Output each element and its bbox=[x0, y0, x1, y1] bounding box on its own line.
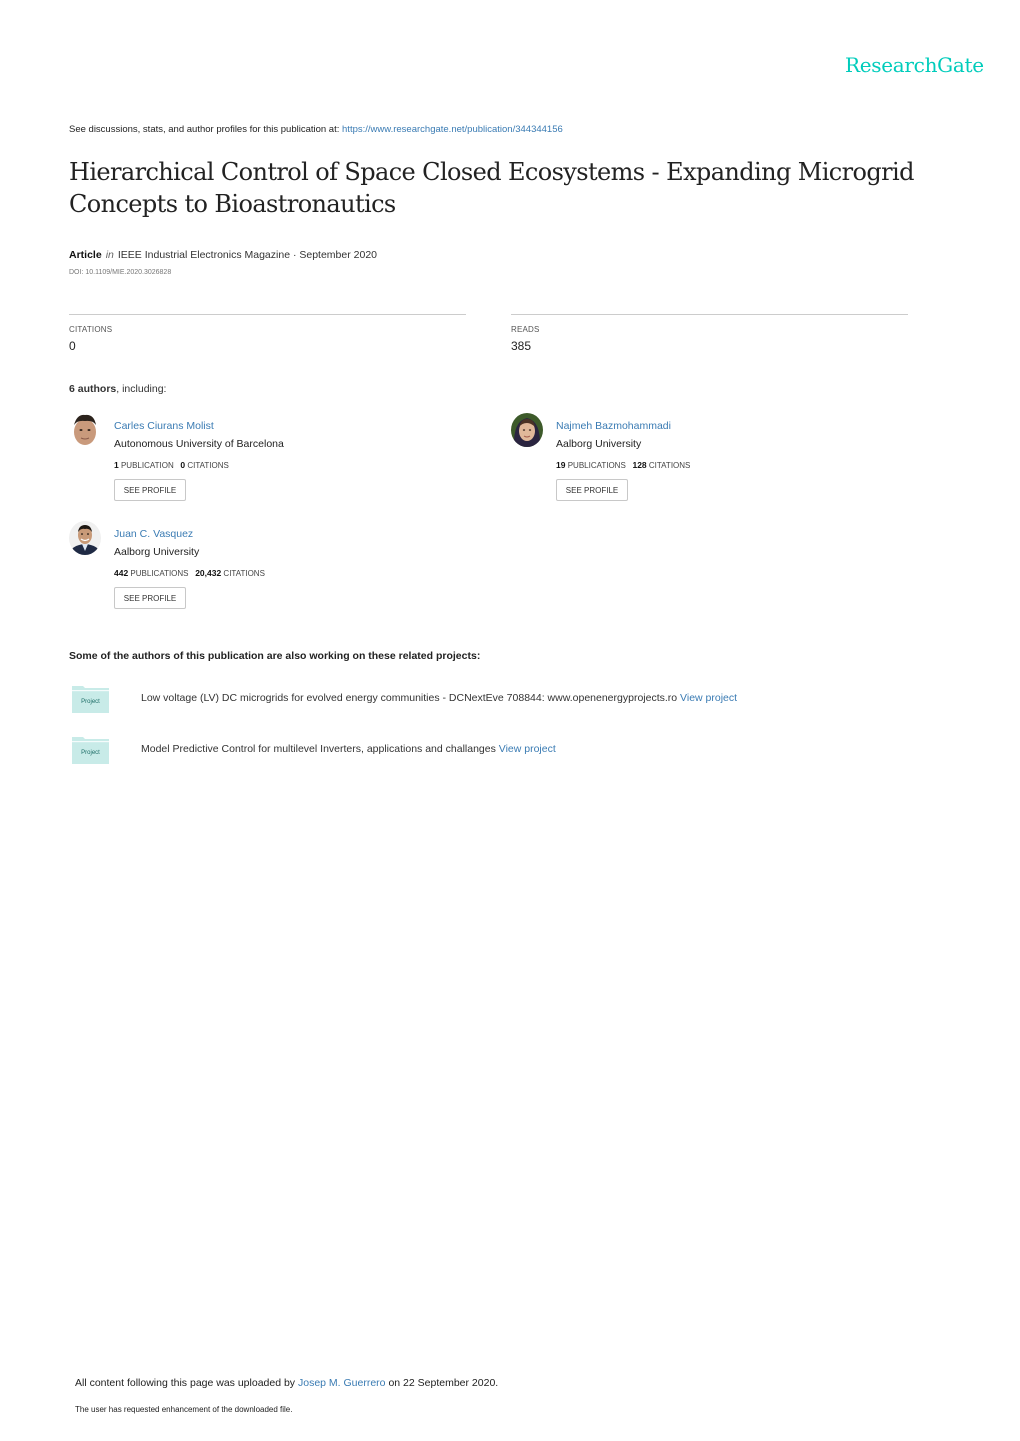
in-label: in bbox=[105, 249, 114, 261]
author-publications-label: PUBLICATIONS bbox=[130, 569, 189, 578]
author-avatar[interactable] bbox=[69, 413, 101, 447]
author-publications-count: 19 bbox=[556, 460, 566, 470]
researchgate-logo[interactable]: ResearchGate bbox=[845, 53, 984, 77]
author-citations-count: 128 bbox=[632, 460, 647, 470]
author-citations-label: CITATIONS bbox=[223, 569, 265, 578]
author-stats: 1 PUBLICATION 0 CITATIONS bbox=[114, 460, 229, 470]
view-project-link[interactable]: View project bbox=[680, 692, 737, 704]
publication-title: Hierarchical Control of Space Closed Eco… bbox=[69, 158, 914, 218]
author-publications-label: PUBLICATION bbox=[120, 461, 174, 470]
project-title: Model Predictive Control for multilevel … bbox=[141, 743, 499, 755]
author-name-link[interactable]: Juan C. Vasquez bbox=[114, 528, 193, 540]
author-avatar[interactable] bbox=[511, 413, 543, 447]
upload-note-prefix: All content following this page was uplo… bbox=[75, 1377, 298, 1389]
upload-note: All content following this page was uplo… bbox=[75, 1377, 498, 1389]
publication-venue: IEEE Industrial Electronics Magazine · S… bbox=[117, 249, 378, 261]
see-profile-button[interactable]: SEE PROFILE bbox=[556, 479, 628, 501]
author-stats: 19 PUBLICATIONS 128 CITATIONS bbox=[556, 460, 690, 470]
author-name-link[interactable]: Najmeh Bazmohammadi bbox=[556, 420, 671, 432]
author-publications-count: 1 bbox=[114, 460, 119, 470]
author-stats: 442 PUBLICATIONS 20,432 CITATIONS bbox=[114, 568, 265, 578]
project-description: Model Predictive Control for multilevel … bbox=[141, 743, 556, 755]
citations-value: 0 bbox=[69, 339, 76, 353]
enhancement-note: The user has requested enhancement of th… bbox=[75, 1405, 293, 1414]
author-publications-label: PUBLICATIONS bbox=[567, 461, 626, 470]
reads-value: 385 bbox=[511, 339, 532, 353]
see-profile-button[interactable]: SEE PROFILE bbox=[114, 479, 186, 501]
project-title: Low voltage (LV) DC microgrids for evolv… bbox=[141, 692, 681, 704]
project-description: Low voltage (LV) DC microgrids for evolv… bbox=[141, 692, 737, 704]
reads-label: READS bbox=[511, 325, 540, 334]
publication-meta: Article in IEEE Industrial Electronics Mag… bbox=[69, 249, 377, 261]
author-card: Carles Ciurans Molist Autonomous Univers… bbox=[69, 413, 469, 508]
project-folder-icon: Project bbox=[72, 684, 109, 713]
author-card: Najmeh Bazmohammadi Aalborg University 1… bbox=[511, 413, 911, 508]
author-citations-count: 0 bbox=[180, 460, 186, 470]
author-citations-label: CITATIONS bbox=[187, 461, 229, 470]
project-item: Project Model Predictive Control for mul… bbox=[72, 735, 832, 765]
project-folder-icon: Project bbox=[72, 735, 109, 764]
publication-url-link[interactable]: https://www.researchgate.net/publication… bbox=[342, 124, 563, 135]
divider-reads bbox=[511, 314, 908, 315]
publication-type: Article bbox=[69, 249, 102, 261]
author-avatar[interactable] bbox=[69, 521, 101, 555]
author-citations-count: 20,432 bbox=[195, 568, 222, 578]
author-name-link[interactable]: Carles Ciurans Molist bbox=[114, 420, 214, 432]
related-projects-heading: Some of the authors of this publication … bbox=[69, 650, 481, 662]
authors-count: 6 authors bbox=[69, 383, 117, 395]
publication-doi: DOI: 10.1109/MIE.2020.3026828 bbox=[69, 269, 172, 276]
author-institution: Aalborg University bbox=[114, 546, 200, 558]
authors-heading: 6 authors, including: bbox=[69, 383, 166, 395]
project-icon-label: Project bbox=[81, 750, 100, 756]
upload-note-suffix: on 22 September 2020. bbox=[385, 1377, 499, 1389]
authors-including: , including: bbox=[116, 383, 167, 395]
author-photo-icon bbox=[511, 413, 543, 447]
author-photo-icon bbox=[69, 521, 101, 555]
view-project-link[interactable]: View project bbox=[499, 743, 556, 755]
citations-label: CITATIONS bbox=[69, 325, 113, 334]
author-publications-count: 442 bbox=[114, 568, 129, 578]
divider-citations bbox=[69, 314, 466, 315]
author-citations-label: CITATIONS bbox=[648, 461, 691, 470]
project-icon-label: Project bbox=[81, 699, 100, 705]
see-discussions-line: See discussions, stats, and author profi… bbox=[69, 124, 563, 135]
see-discussions-text: See discussions, stats, and author profi… bbox=[69, 124, 343, 135]
author-card: Juan C. Vasquez Aalborg University 442 P… bbox=[69, 521, 469, 616]
see-profile-button[interactable]: SEE PROFILE bbox=[114, 587, 186, 609]
author-photo-icon bbox=[69, 413, 101, 447]
author-institution: Aalborg University bbox=[556, 438, 642, 450]
uploader-link[interactable]: Josep M. Guerrero bbox=[298, 1377, 386, 1389]
project-item: Project Low voltage (LV) DC microgrids f… bbox=[72, 684, 832, 714]
author-institution: Autonomous University of Barcelona bbox=[114, 438, 284, 450]
